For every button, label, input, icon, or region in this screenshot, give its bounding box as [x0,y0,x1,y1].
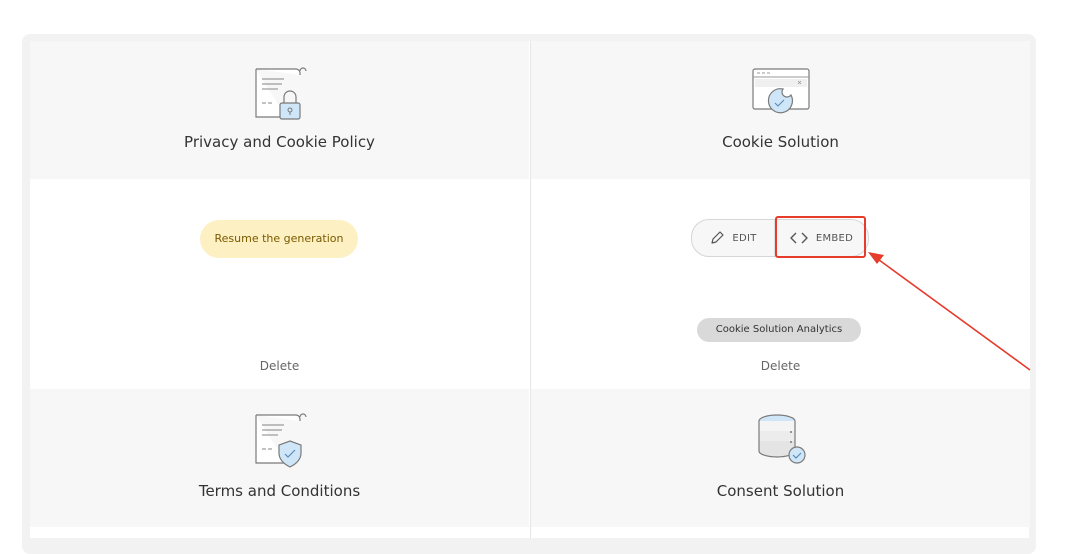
edit-embed-button-group: EDIT EMBED [691,219,869,257]
database-icon [757,414,806,464]
privacy-policy-icon [254,67,307,120]
cookie-solution-delete-link[interactable]: Delete [531,359,1030,373]
consent-solution-card-header: Consent Solution [531,389,1030,527]
consent-solution-title: Consent Solution [716,482,845,500]
left-column: Privacy and Cookie Policy Resume the gen… [30,41,529,538]
right-column: Cookie Solution EDIT EMBED Cookie Soluti… [530,41,1030,538]
terms-card-header: Terms and Conditions [30,389,529,527]
privacy-policy-card-body: Resume the generation Delete [30,179,529,389]
pencil-icon [711,231,724,244]
embed-button-label: EMBED [815,232,854,244]
edit-button-label: EDIT [732,232,757,244]
cookie-solution-icon [751,68,810,114]
privacy-policy-title: Privacy and Cookie Policy [184,133,375,151]
edit-button[interactable]: EDIT [692,220,774,256]
products-grid: Privacy and Cookie Policy Resume the gen… [30,41,1030,538]
privacy-policy-card-header: Privacy and Cookie Policy [30,41,529,179]
cookie-solution-card-body: EDIT EMBED Cookie Solution Analytics Del… [531,179,1030,389]
code-brackets-icon [790,232,808,244]
cookie-solution-analytics-button[interactable]: Cookie Solution Analytics [697,318,861,342]
privacy-policy-delete-link[interactable]: Delete [30,359,529,373]
terms-conditions-title: Terms and Conditions [198,482,361,500]
cookie-solution-title: Cookie Solution [722,133,839,151]
cookie-solution-card-header: Cookie Solution [531,41,1030,179]
resume-generation-button[interactable]: Resume the generation [200,220,358,258]
embed-button[interactable]: EMBED [774,220,867,256]
terms-conditions-icon [254,413,307,468]
